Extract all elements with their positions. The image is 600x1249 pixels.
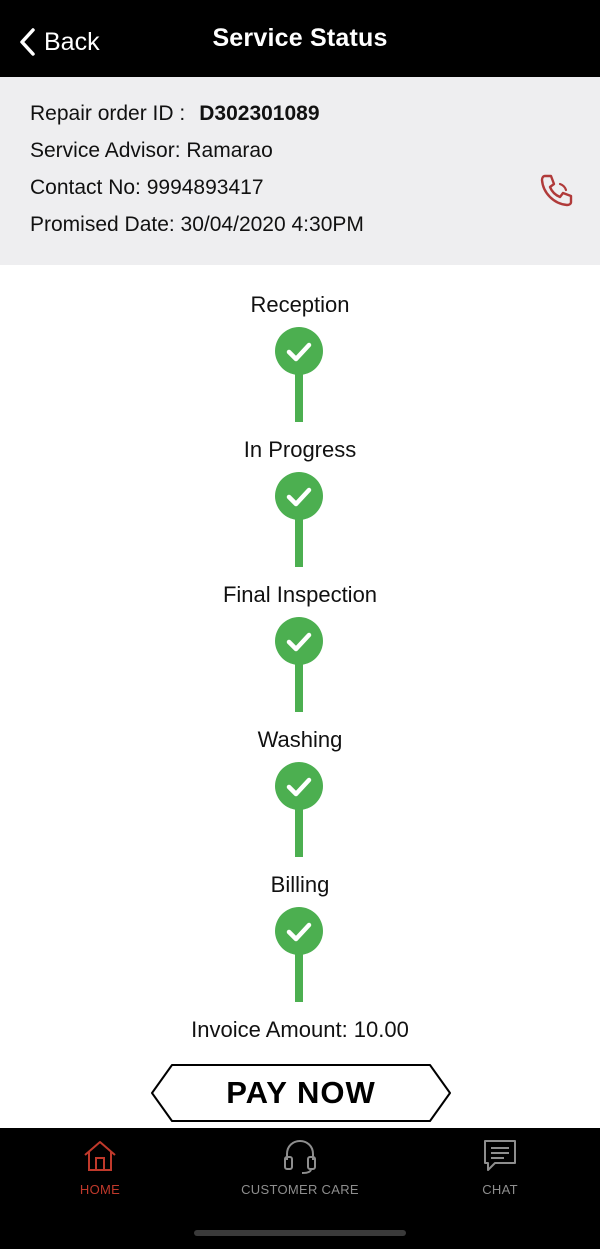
pay-now-label: PAY NOW: [226, 1075, 376, 1110]
timeline-connector: [295, 662, 303, 712]
check-circle-icon: [275, 327, 323, 375]
nav-chat[interactable]: CHAT: [400, 1136, 600, 1206]
step-label: In Progress: [243, 437, 357, 462]
nav-home[interactable]: HOME: [0, 1136, 200, 1206]
home-icon: [0, 1136, 200, 1176]
repair-order-row: Repair order ID : D302301089: [30, 102, 320, 126]
nav-home-label: HOME: [79, 1182, 121, 1197]
contact-number: Contact No: 9994893417: [30, 176, 264, 199]
step-label: Reception: [250, 292, 350, 317]
pay-now-button[interactable]: PAY NOW: [150, 1063, 452, 1123]
check-circle-icon: [275, 617, 323, 665]
phone-icon: [536, 174, 576, 215]
repair-order-label: Repair order ID :: [30, 102, 186, 125]
step-label: Billing: [270, 872, 330, 897]
nav-customer-care-label: CUSTOMER CARE: [241, 1182, 359, 1197]
promised-date: Promised Date: 30/04/2020 4:30PM: [30, 213, 364, 236]
check-circle-icon: [275, 762, 323, 810]
chat-icon: [400, 1136, 600, 1176]
timeline-step: Reception: [0, 282, 600, 427]
timeline-step: Final Inspection: [0, 572, 600, 717]
timeline-connector: [295, 952, 303, 1002]
timeline-step: In Progress: [0, 427, 600, 572]
step-label: Final Inspection: [222, 582, 378, 607]
check-circle-icon: [275, 472, 323, 520]
call-button[interactable]: [536, 170, 576, 210]
home-indicator[interactable]: [194, 1230, 406, 1236]
nav-customer-care[interactable]: CUSTOMER CARE: [200, 1136, 400, 1206]
timeline-connector: [295, 372, 303, 422]
timeline-connector: [295, 807, 303, 857]
headset-icon: [200, 1136, 400, 1176]
step-label: Washing: [257, 727, 343, 752]
top-bar: Back Service Status: [0, 0, 600, 77]
timeline-connector: [295, 517, 303, 567]
page-title: Service Status: [212, 24, 388, 52]
service-advisor: Service Advisor: Ramarao: [30, 139, 273, 162]
check-circle-icon: [275, 907, 323, 955]
timeline-step: Washing: [0, 717, 600, 862]
nav-chat-label: CHAT: [482, 1182, 518, 1197]
timeline-step: Billing: [0, 862, 600, 1007]
invoice-amount: Invoice Amount: 10.00: [191, 1017, 409, 1042]
repair-info-panel: Repair order ID : D302301089 Service Advi…: [0, 77, 600, 265]
repair-order-id: D302301089: [199, 102, 320, 125]
status-timeline: Reception In Progress Final Inspection W…: [0, 282, 600, 1007]
